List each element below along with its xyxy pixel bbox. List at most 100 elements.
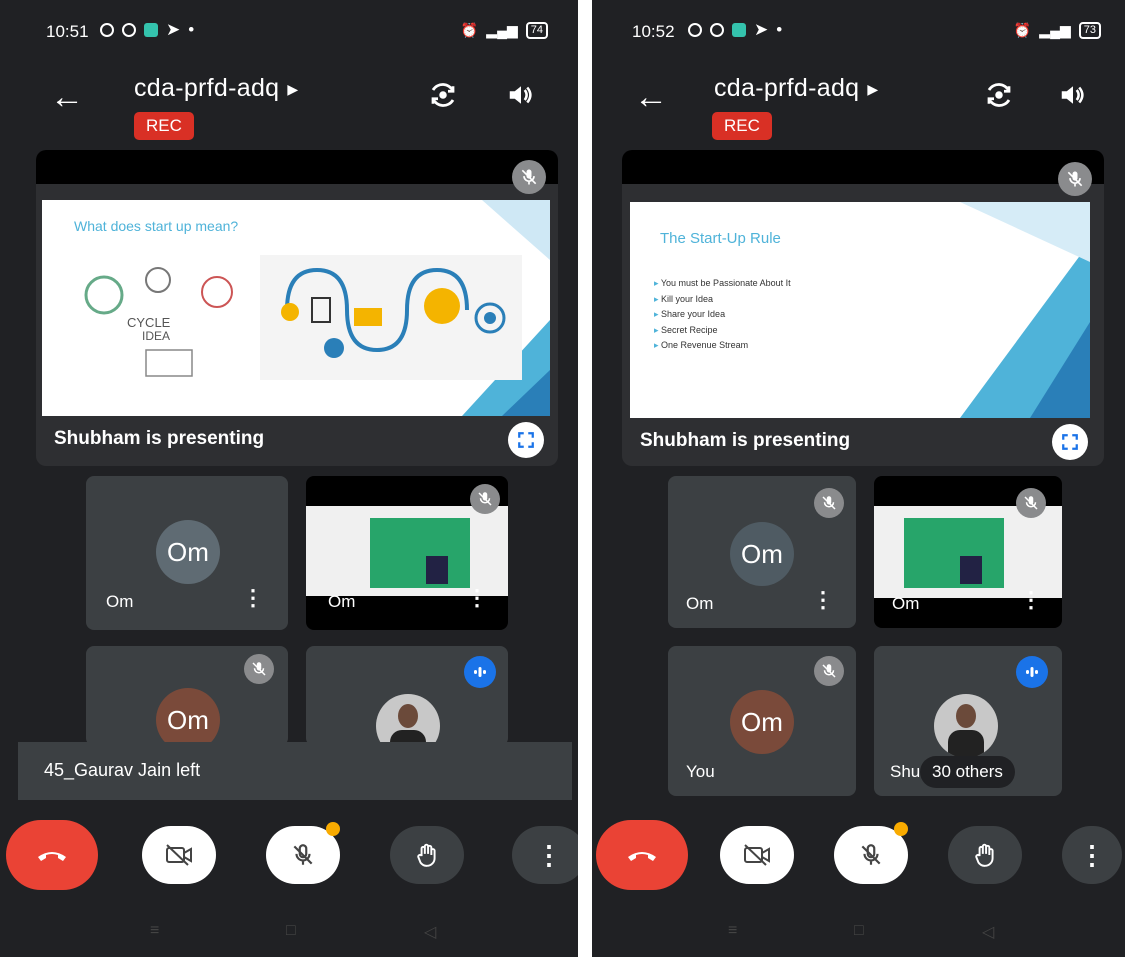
raise-hand-button[interactable] — [390, 826, 464, 884]
home-nav-icon[interactable]: □ — [854, 922, 864, 940]
alarm-icon: ⏰ — [1013, 22, 1032, 38]
video-feed — [306, 506, 508, 596]
more-vert-icon[interactable]: ⋮ — [1020, 589, 1042, 611]
slide-bullet: ▸ Secret Recipe — [654, 324, 718, 335]
end-call-icon — [38, 852, 66, 861]
others-count-chip[interactable]: 30 others — [920, 756, 1015, 788]
menu-nav-icon[interactable]: ≡ — [728, 922, 737, 940]
home-nav-icon[interactable]: □ — [286, 922, 296, 940]
phone-screenshot-left: 10:51 ➤ • ⏰ ▂▄▆ 74 ← cda-prfd-adq ▶ REC W… — [0, 0, 578, 957]
audio-level-icon — [464, 656, 496, 688]
mic-off-icon — [293, 844, 313, 865]
menu-nav-icon[interactable]: ≡ — [150, 922, 159, 940]
back-nav-icon[interactable]: ◁ — [982, 922, 994, 942]
camera-toggle-button[interactable] — [142, 826, 216, 884]
android-nav-bar: ≡ □ ◁ — [0, 912, 578, 957]
camera-toggle-button[interactable] — [720, 826, 794, 884]
mic-off-icon — [244, 654, 274, 684]
mic-off-icon — [814, 656, 844, 686]
meeting-title[interactable]: cda-prfd-adq ▶ — [134, 74, 298, 103]
audio-level-icon — [1016, 656, 1048, 688]
raise-hand-button[interactable] — [948, 826, 1022, 884]
more-vert-icon: ⋮ — [536, 839, 562, 870]
mic-off-icon — [512, 160, 546, 194]
presentation-tile[interactable]: The Start-Up Rule ▸ You must be Passiona… — [622, 150, 1104, 466]
back-arrow-icon[interactable]: ← — [50, 80, 84, 114]
participant-tile-om-video[interactable]: Om ⋮ — [306, 476, 508, 630]
android-nav-bar: ≡ □ ◁ — [592, 912, 1125, 957]
svg-text:IDEA: IDEA — [142, 329, 170, 343]
status-time: 10:52 — [632, 22, 675, 41]
presenting-label: Shubham is presenting — [640, 430, 851, 451]
more-vert-icon[interactable]: ⋮ — [466, 587, 488, 609]
raise-hand-icon — [417, 843, 436, 867]
toast-message: 45_Gaurav Jain left — [18, 742, 572, 800]
app-notification-icon — [732, 23, 746, 37]
raise-hand-icon — [975, 843, 994, 867]
switch-camera-icon[interactable] — [428, 80, 458, 110]
camera-off-icon — [166, 844, 192, 866]
toast-text: 45_Gaurav Jain left — [44, 760, 201, 780]
mic-toggle-button[interactable] — [834, 822, 908, 884]
person-image — [960, 556, 982, 584]
fullscreen-icon[interactable] — [1052, 424, 1088, 460]
mic-toggle-button[interactable] — [266, 822, 340, 884]
video-feed — [874, 506, 1062, 598]
rec-badge: REC — [134, 112, 194, 140]
presentation-tile[interactable]: What does start up mean? CYCLE IDEA Shub… — [36, 150, 558, 466]
mic-off-icon — [1058, 162, 1092, 196]
participant-tile-you[interactable]: Om You — [668, 646, 856, 796]
more-options-button[interactable]: ⋮ — [1062, 826, 1122, 884]
participant-name: You — [686, 762, 715, 781]
meeting-header: ← cda-prfd-adq ▶ REC — [592, 72, 1125, 142]
slide-illustration: CYCLE IDEA — [84, 200, 550, 416]
notification-icons: ➤ • — [688, 20, 782, 40]
whatsapp-icon — [122, 23, 136, 37]
avatar: Om — [156, 520, 220, 584]
participant-name: Om — [686, 594, 714, 613]
more-options-button[interactable]: ⋮ — [512, 826, 578, 884]
back-nav-icon[interactable]: ◁ — [424, 922, 436, 942]
signal-icon: ▂▄▆ — [1039, 22, 1071, 38]
status-icons: ⏰ ▂▄▆ 74 — [461, 22, 548, 39]
telegram-icon: ➤ — [166, 20, 181, 39]
notification-icon — [688, 23, 702, 37]
speaker-icon[interactable] — [506, 80, 536, 110]
svg-text:CYCLE: CYCLE — [127, 315, 171, 330]
slide-bullets: ▸ You must be Passionate About It ▸ Kill… — [654, 276, 791, 354]
chevron-right-icon: ▶ — [287, 80, 299, 97]
participant-tile-om-2[interactable]: Om — [86, 646, 288, 746]
presentation-top-bar — [36, 150, 558, 184]
meeting-title[interactable]: cda-prfd-adq ▶ — [714, 74, 878, 103]
status-bar: 10:51 ➤ • ⏰ ▂▄▆ 74 — [0, 0, 578, 62]
slide-bullet: ▸ You must be Passionate About It — [654, 278, 791, 288]
more-vert-icon: ⋮ — [1079, 839, 1105, 870]
participant-tile-om[interactable]: Om Om ⋮ — [668, 476, 856, 628]
participant-name: Shu — [890, 762, 921, 781]
fullscreen-icon[interactable] — [508, 422, 544, 458]
participant-name: Om — [892, 594, 920, 613]
person-image — [426, 556, 448, 584]
switch-camera-icon[interactable] — [984, 80, 1014, 110]
slide-bullet: ▸ One Revenue Stream — [654, 340, 749, 350]
presentation-top-bar — [622, 150, 1104, 184]
battery-icon: 74 — [525, 22, 548, 39]
participant-tile-om-video[interactable]: Om ⋮ — [874, 476, 1062, 628]
end-call-button[interactable] — [596, 820, 688, 890]
avatar: Om — [730, 522, 794, 586]
back-arrow-icon[interactable]: ← — [634, 80, 668, 114]
participant-tile-shubham[interactable] — [306, 646, 508, 746]
mic-off-icon — [814, 488, 844, 518]
end-call-button[interactable] — [6, 820, 98, 890]
participant-tile-om[interactable]: Om Om ⋮ — [86, 476, 288, 630]
more-vert-icon[interactable]: ⋮ — [242, 587, 264, 609]
status-icons: ⏰ ▂▄▆ 73 — [1014, 22, 1101, 39]
shared-slide: The Start-Up Rule ▸ You must be Passiona… — [630, 202, 1090, 418]
participant-name: Om — [106, 592, 134, 611]
more-vert-icon[interactable]: ⋮ — [812, 589, 834, 611]
phone-screenshot-right: 10:52 ➤ • ⏰ ▂▄▆ 73 ← cda-prfd-adq ▶ REC — [592, 0, 1125, 957]
more-dot-icon: • — [776, 20, 783, 39]
shared-slide: What does start up mean? CYCLE IDEA — [42, 200, 550, 416]
meeting-header: ← cda-prfd-adq ▶ REC — [0, 72, 578, 142]
speaker-icon[interactable] — [1058, 80, 1088, 110]
